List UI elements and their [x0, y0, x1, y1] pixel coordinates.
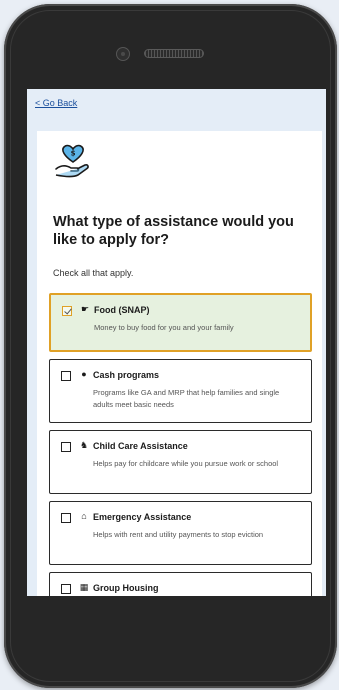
instruction-text: Check all that apply.	[53, 268, 134, 278]
svg-text:$: $	[71, 150, 76, 158]
cash-checkbox[interactable]	[61, 371, 71, 381]
option-title: Emergency Assistance	[93, 512, 192, 522]
option-emergency-assistance[interactable]: ⌂ Emergency Assistance Helps with rent a…	[49, 501, 312, 565]
home-icon: ⌂	[81, 511, 87, 521]
option-cash-programs[interactable]: ● Cash programs Programs like GA and MRP…	[49, 359, 312, 423]
speaker-grille	[144, 49, 204, 58]
hand-pointer-icon: ☛	[80, 304, 90, 314]
dollar-circle-icon: ●	[81, 369, 87, 379]
emergency-checkbox[interactable]	[61, 513, 71, 523]
building-icon: ▦	[79, 582, 89, 592]
option-title: Cash programs	[93, 370, 160, 380]
group-housing-checkbox[interactable]	[61, 584, 71, 594]
option-child-care[interactable]: ♞ Child Care Assistance Helps pay for ch…	[49, 430, 312, 494]
child-care-checkbox[interactable]	[61, 442, 71, 452]
option-title: Group Housing	[93, 583, 159, 593]
option-title: Food (SNAP)	[94, 305, 150, 315]
child-icon: ♞	[79, 440, 89, 450]
option-description: Programs like GA and MRP that help famil…	[93, 388, 280, 409]
hand-heart-dollar-icon: $	[55, 144, 89, 178]
option-description: Money to buy food for you and your famil…	[94, 323, 234, 332]
app-screen: < Go Back $ What type of assistance woul…	[27, 89, 326, 596]
option-title: Child Care Assistance	[93, 441, 188, 451]
option-description: Helps pay for childcare while you pursue…	[93, 459, 279, 468]
option-food-snap[interactable]: ☛ Food (SNAP) Money to buy food for you …	[49, 293, 312, 352]
phone-frame: < Go Back $ What type of assistance woul…	[4, 4, 337, 688]
assistance-card: $ What type of assistance would you like…	[37, 131, 322, 596]
option-group-housing[interactable]: ▦ Group Housing	[49, 572, 312, 596]
go-back-link[interactable]: < Go Back	[35, 98, 77, 108]
page-title: What type of assistance would you like t…	[53, 214, 294, 248]
option-description: Helps with rent and utility payments to …	[93, 530, 264, 539]
food-checkbox[interactable]	[62, 306, 72, 316]
camera-icon	[116, 47, 130, 61]
